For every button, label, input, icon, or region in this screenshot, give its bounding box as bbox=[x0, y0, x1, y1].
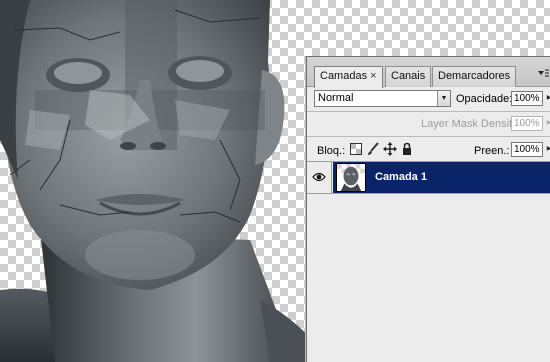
layers-panel: Camadas × Canais Demarcadores Normal ▼ Op… bbox=[306, 56, 550, 362]
chevron-down-icon[interactable]: ▼ bbox=[437, 91, 450, 106]
tab-channels[interactable]: Canais bbox=[385, 66, 432, 87]
tab-label: Demarcadores bbox=[438, 70, 511, 82]
close-icon[interactable]: × bbox=[370, 70, 376, 82]
layer-row[interactable]: Camada 1 bbox=[307, 161, 550, 194]
divider bbox=[307, 136, 550, 137]
fill-label: Preen.: bbox=[474, 145, 510, 157]
opacity-field[interactable]: 100% bbox=[511, 91, 543, 106]
layer-item-selected[interactable]: Camada 1 bbox=[333, 162, 550, 193]
opacity-label: Opacidade: bbox=[456, 93, 513, 105]
move-icon[interactable] bbox=[383, 142, 397, 156]
visibility-toggle[interactable] bbox=[307, 162, 332, 193]
lock-transparent-pixels-icon[interactable] bbox=[349, 142, 363, 156]
layer-name: Camada 1 bbox=[375, 171, 427, 183]
blend-mode-value: Normal bbox=[318, 92, 354, 104]
tab-layers[interactable]: Camadas × bbox=[314, 66, 383, 88]
panel-tab-bar: Camadas × Canais Demarcadores bbox=[307, 57, 550, 88]
brush-icon[interactable] bbox=[366, 142, 380, 156]
layer-thumbnail bbox=[336, 163, 366, 192]
tab-paths[interactable]: Demarcadores bbox=[432, 66, 517, 87]
fill-field[interactable]: 100% bbox=[511, 142, 543, 157]
chevron-right-icon[interactable]: ▶ bbox=[545, 142, 550, 157]
mask-density-label: Layer Mask Density bbox=[421, 118, 518, 130]
chevron-right-icon: ▶ bbox=[546, 120, 550, 126]
blend-mode-select[interactable]: Normal ▼ bbox=[314, 90, 451, 107]
padlock-icon[interactable] bbox=[400, 142, 414, 156]
lock-label: Bloq.: bbox=[317, 145, 346, 157]
tab-label: Camadas bbox=[320, 70, 368, 82]
mask-density-field: 100% bbox=[511, 116, 543, 131]
eye-icon[interactable] bbox=[312, 171, 326, 183]
panel-menu-icon[interactable] bbox=[536, 67, 550, 81]
divider bbox=[307, 111, 550, 112]
chevron-right-icon[interactable]: ▶ bbox=[545, 91, 550, 106]
tab-label: Canais bbox=[391, 70, 426, 82]
